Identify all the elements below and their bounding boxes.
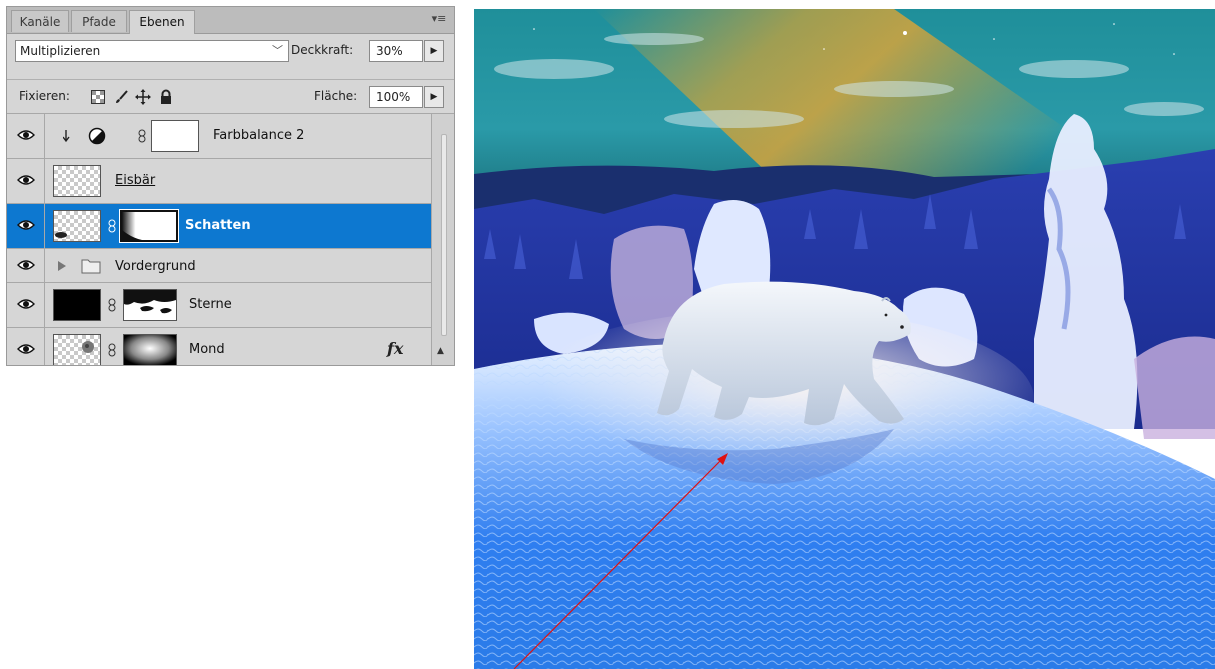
opacity-slider-button[interactable]: ▶ — [424, 40, 444, 62]
tab-kanaele[interactable]: Kanäle — [11, 10, 69, 32]
scroll-up-arrow-icon[interactable]: ▲ — [437, 346, 444, 356]
layer-thumbnail[interactable] — [53, 289, 101, 321]
layer-name: Sterne — [189, 297, 232, 312]
eye-icon — [17, 344, 35, 354]
layer-mask-thumbnail[interactable] — [151, 120, 199, 152]
visibility-toggle[interactable] — [7, 283, 45, 327]
layer-name: Eisbär — [115, 173, 156, 188]
fill-field[interactable]: 100% — [369, 86, 423, 108]
layer-thumbnail[interactable] — [53, 334, 101, 365]
panel-menu-icon[interactable]: ▾≡ — [430, 11, 448, 27]
lock-label: Fixieren: — [19, 89, 70, 103]
artwork-canvas — [474, 9, 1215, 669]
visibility-toggle[interactable] — [7, 114, 45, 158]
folder-icon — [81, 259, 101, 274]
lock-pixels-brush-icon[interactable] — [113, 89, 129, 105]
layer-name: Farbbalance 2 — [213, 128, 305, 143]
blend-mode-value: Multiplizieren — [20, 44, 101, 58]
visibility-toggle[interactable] — [7, 204, 45, 248]
stars-mask-thumbnail — [124, 290, 176, 320]
lock-position-move-icon[interactable] — [135, 89, 151, 105]
expand-triangle-icon[interactable] — [57, 260, 67, 272]
link-chain-icon — [108, 343, 116, 357]
visibility-toggle[interactable] — [7, 328, 45, 365]
panel-tab-bar: Kanäle Pfade Ebenen ▾≡ — [7, 7, 454, 34]
layer-row-sterne[interactable]: Sterne — [7, 283, 431, 328]
layer-name: Vordergrund — [115, 259, 196, 274]
tab-ebenen[interactable]: Ebenen — [129, 10, 195, 34]
layer-list: Farbbalance 2 Eisbär Schatten Vordergrun… — [7, 113, 454, 365]
eye-icon — [17, 260, 35, 270]
polar-bear-scene — [474, 9, 1215, 669]
scroll-track[interactable] — [441, 134, 447, 336]
eye-icon — [17, 220, 35, 230]
eye-icon — [17, 130, 35, 140]
layer-mask-thumbnail[interactable] — [123, 289, 177, 321]
layer-thumbnail[interactable] — [53, 210, 101, 242]
lock-row: Fixieren: Fläche: 100% ▶ — [7, 79, 454, 112]
layer-mask-thumbnail[interactable] — [123, 334, 177, 365]
fx-effects-icon[interactable]: fx — [387, 339, 403, 358]
layer-row-mond[interactable]: Mond fx — [7, 328, 431, 365]
moon-thumbnail — [82, 341, 94, 353]
visibility-toggle[interactable] — [7, 159, 45, 203]
link-chain-icon — [108, 298, 116, 312]
layer-row-farbbalance[interactable]: Farbbalance 2 — [7, 114, 431, 159]
opacity-field[interactable]: 30% — [369, 40, 423, 62]
layer-thumbnail[interactable] — [53, 165, 101, 197]
fill-slider-button[interactable]: ▶ — [424, 86, 444, 108]
eye-icon — [17, 299, 35, 309]
layer-row-schatten[interactable]: Schatten — [7, 204, 431, 249]
shadow-shape-thumbnail — [55, 232, 67, 238]
layer-list-scrollbar[interactable]: ▲ — [431, 114, 454, 365]
tab-pfade[interactable]: Pfade — [71, 10, 127, 32]
layer-name: Mond — [189, 342, 225, 357]
layer-name: Schatten — [185, 218, 251, 233]
lock-transparency-icon[interactable] — [90, 89, 106, 105]
link-chain-icon — [108, 219, 116, 233]
clipping-arrow-icon — [63, 130, 70, 143]
layer-mask-thumbnail[interactable] — [119, 209, 179, 243]
blend-mode-select[interactable]: Multiplizieren ﹀ — [15, 40, 289, 62]
chevron-down-icon: ﹀ — [272, 44, 283, 57]
adjustment-layer-icon — [88, 127, 106, 145]
lock-all-icon[interactable] — [158, 89, 174, 105]
layers-panel: Kanäle Pfade Ebenen ▾≡ Multiplizieren ﹀ … — [6, 6, 455, 366]
moon-mask-thumbnail — [124, 335, 176, 365]
mask-gradient-thumbnail — [122, 212, 176, 240]
layer-row-eisbaer[interactable]: Eisbär — [7, 159, 431, 204]
opacity-label: Deckkraft: — [291, 43, 354, 57]
fill-label: Fläche: — [314, 89, 358, 103]
eye-icon — [17, 175, 35, 185]
blend-row: Multiplizieren ﹀ Deckkraft: 30% ▶ — [7, 34, 454, 66]
layer-row-vordergrund[interactable]: Vordergrund — [7, 249, 431, 283]
link-chain-icon — [138, 129, 146, 143]
visibility-toggle[interactable] — [7, 249, 45, 282]
